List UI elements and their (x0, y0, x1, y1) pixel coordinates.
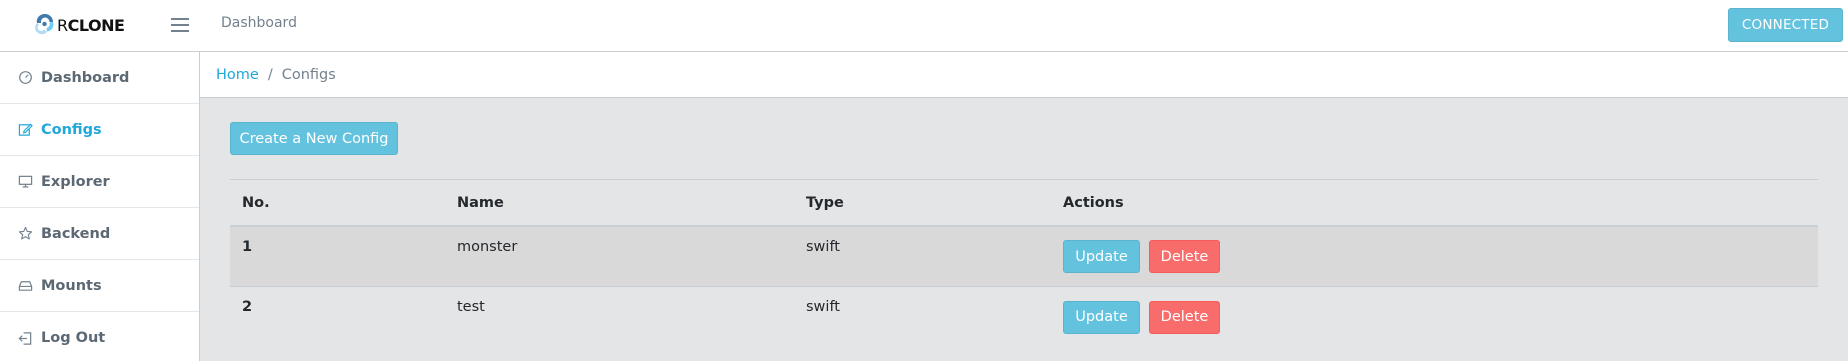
sidebar-item-label: Dashboard (41, 69, 130, 86)
table-header-row: No. Name Type Actions (230, 180, 1818, 227)
drive-icon (17, 278, 33, 294)
cell-name: monster (457, 239, 518, 255)
brand-name: RCLONE (57, 15, 125, 35)
breadcrumb: Home / Configs (200, 52, 1848, 98)
update-button[interactable]: Update (1063, 300, 1140, 334)
sidebar-item-dashboard[interactable]: Dashboard (0, 52, 199, 104)
top-header: RCLONE Dashboard CONNECTED (0, 0, 1848, 52)
rclone-logo[interactable]: RCLONE (32, 10, 125, 40)
sidebar-item-logout[interactable]: Log Out (0, 312, 199, 361)
pencil-icon (17, 122, 33, 138)
logout-icon (17, 330, 33, 346)
column-header-name[interactable]: Name (445, 195, 794, 211)
sidebar-item-label: Log Out (41, 330, 106, 346)
sidebar-item-label: Mounts (41, 277, 102, 294)
sidebar-item-label: Backend (41, 225, 111, 242)
sidebar-item-backend[interactable]: Backend (0, 208, 199, 260)
cell-type: swift (806, 239, 840, 255)
sidebar-item-mounts[interactable]: Mounts (0, 260, 199, 312)
brand-letter-r: R (57, 15, 68, 35)
brand-letters: CLONE (67, 15, 125, 35)
delete-button[interactable]: Delete (1149, 240, 1220, 273)
configs-table: No. Name Type Actions 1 monster swift Up… (230, 179, 1818, 347)
cell-no: 1 (242, 239, 253, 255)
cell-actions: Update Delete (1051, 300, 1818, 334)
sidebar-item-label: Explorer (41, 173, 110, 190)
cell-type: swift (806, 299, 840, 315)
rclone-logo-icon (35, 14, 54, 35)
header-nav-dashboard-link[interactable]: Dashboard (221, 15, 297, 31)
table-row: 1 monster swift Update Delete (230, 227, 1818, 287)
cell-actions: Update Delete (1051, 240, 1818, 273)
create-config-button[interactable]: Create a New Config (230, 122, 398, 155)
sidebar-item-label: Configs (41, 121, 102, 138)
sidebar-toggle-icon[interactable] (168, 14, 192, 36)
column-header-type[interactable]: Type (794, 195, 1051, 211)
column-header-actions: Actions (1063, 194, 1124, 211)
connection-status-button[interactable]: CONNECTED (1728, 8, 1843, 42)
column-header-no[interactable]: No. (230, 195, 445, 211)
sidebar: Dashboard Configs Explorer Backend Mount… (0, 52, 200, 361)
table-row: 2 test swift Update Delete (230, 287, 1818, 347)
sidebar-item-configs[interactable]: Configs (0, 104, 199, 156)
update-button[interactable]: Update (1063, 240, 1140, 273)
breadcrumb-current: Configs (281, 66, 336, 83)
monitor-icon (17, 174, 33, 190)
speedometer-icon (17, 70, 33, 86)
cell-name: test (457, 299, 485, 315)
sidebar-item-explorer[interactable]: Explorer (0, 156, 199, 208)
breadcrumb-home-link[interactable]: Home (216, 67, 259, 83)
delete-button[interactable]: Delete (1149, 300, 1220, 334)
breadcrumb-separator: / (267, 66, 273, 83)
star-icon (17, 226, 33, 242)
cell-no: 2 (242, 299, 253, 315)
